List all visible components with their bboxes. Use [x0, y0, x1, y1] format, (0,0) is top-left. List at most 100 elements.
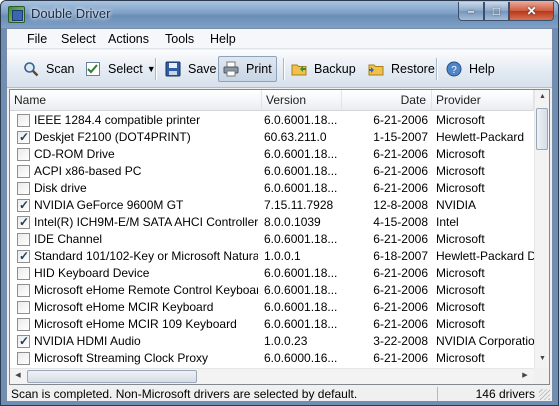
table-row[interactable]: Microsoft eHome MCIR 109 Keyboard 6.0.600… — [10, 316, 534, 333]
horizontal-scrollbar[interactable]: ◀ ▶ — [10, 368, 534, 384]
table-row[interactable]: IEEE 1284.4 compatible printer 6.0.6001.1… — [10, 112, 534, 129]
minimize-icon: – — [467, 4, 475, 18]
table-row[interactable]: Intel(R) ICH9M-E/M SATA AHCI Controller 8… — [10, 214, 534, 231]
app-icon — [8, 6, 25, 23]
select-checklist-icon — [85, 61, 101, 77]
column-header-version[interactable]: Version — [262, 90, 342, 111]
horizontal-scroll-thumb[interactable] — [27, 370, 197, 383]
cell-date: 6-21-2006 — [373, 266, 428, 280]
table-row[interactable]: IDE Channel 6.0.6001.18... 6-21-2006 Micros… — [10, 231, 534, 248]
cell-provider: Microsoft — [436, 351, 485, 365]
table-row[interactable]: NVIDIA GeForce 9600M GT 7.15.11.7928 12-8-… — [10, 197, 534, 214]
table-row[interactable]: Microsoft Streaming Clock Proxy 6.0.6000.… — [10, 350, 534, 367]
row-checkbox[interactable] — [17, 301, 30, 314]
driver-list[interactable]: Name Version Date Provider IEEE 1284.4 c… — [9, 89, 550, 385]
cell-name: Intel(R) ICH9M-E/M SATA AHCI Controller — [34, 215, 258, 229]
select-label: Select — [108, 62, 143, 76]
scrollbar-corner — [534, 368, 549, 384]
row-checkbox[interactable] — [17, 197, 30, 214]
cell-date: 6-21-2006 — [373, 351, 428, 365]
scan-button[interactable]: Scan — [19, 56, 79, 82]
cell-name: ACPI x86-based PC — [34, 164, 142, 178]
cell-date: 6-21-2006 — [373, 300, 428, 314]
help-button[interactable]: ? Help — [442, 56, 499, 82]
save-button[interactable]: Save — [161, 56, 221, 82]
print-label: Print — [246, 62, 272, 76]
menu-tools[interactable]: Tools — [165, 32, 194, 46]
row-checkbox[interactable] — [17, 318, 30, 331]
scroll-left-icon[interactable]: ◀ — [13, 371, 23, 382]
row-checkbox[interactable] — [17, 182, 30, 195]
backup-button[interactable]: Backup — [287, 56, 360, 82]
row-checkbox[interactable] — [17, 248, 30, 265]
help-label: Help — [469, 62, 495, 76]
column-header-name[interactable]: Name — [10, 90, 262, 111]
menu-bar: File Select Actions Tools Help — [7, 29, 552, 49]
cell-provider: Microsoft — [436, 164, 485, 178]
cell-version: 7.15.11.7928 — [264, 198, 334, 212]
table-row[interactable]: Deskjet F2100 (DOT4PRINT) 60.63.211.0 1-15… — [10, 129, 534, 146]
table-row[interactable]: ACPI x86-based PC 6.0.6001.18... 6-21-2006… — [10, 163, 534, 180]
printer-icon — [223, 61, 239, 77]
cell-date: 6-21-2006 — [373, 317, 428, 331]
scroll-up-icon[interactable]: ▲ — [538, 93, 547, 103]
table-row[interactable]: Disk drive 6.0.6001.18... 6-21-2006 Microso… — [10, 180, 534, 197]
cell-version: 6.0.6001.18... — [264, 181, 338, 195]
cell-provider: NVIDIA — [436, 198, 477, 212]
driver-rows: IEEE 1284.4 compatible printer 6.0.6001.1… — [10, 112, 534, 367]
row-checkbox[interactable] — [17, 233, 30, 246]
menu-actions[interactable]: Actions — [108, 32, 149, 46]
table-row[interactable]: Microsoft eHome Remote Control Keyboard … — [10, 282, 534, 299]
row-checkbox[interactable] — [17, 352, 30, 365]
menu-file[interactable]: File — [27, 32, 47, 46]
select-dropdown-button[interactable]: Select ▼ — [81, 56, 160, 82]
column-header-provider[interactable]: Provider — [432, 90, 534, 111]
cell-version: 6.0.6000.16... — [264, 351, 338, 365]
column-header-date[interactable]: Date — [342, 90, 432, 111]
scroll-down-icon[interactable]: ▼ — [538, 355, 547, 365]
table-row[interactable]: NVIDIA HDMI Audio 1.0.0.23 3-22-2008 NVIDIA… — [10, 333, 534, 350]
cell-version: 6.0.6001.18... — [264, 113, 338, 127]
row-checkbox[interactable] — [17, 114, 30, 127]
row-checkbox[interactable] — [17, 333, 30, 350]
table-row[interactable]: Standard 101/102-Key or Microsoft Natura… — [10, 248, 534, 265]
minimize-button[interactable]: – — [458, 2, 484, 21]
svg-text:?: ? — [451, 65, 457, 76]
menu-select[interactable]: Select — [61, 32, 96, 46]
row-checkbox[interactable] — [17, 129, 30, 146]
maximize-button[interactable]: □ — [484, 2, 509, 21]
restore-button[interactable]: Restore — [364, 56, 439, 82]
row-checkbox[interactable] — [17, 214, 30, 231]
cell-date: 6-21-2006 — [373, 283, 428, 297]
title-bar[interactable]: Double Driver – □ ✕ — [1, 1, 558, 28]
vertical-scrollbar[interactable]: ▲ ▼ — [534, 90, 549, 368]
cell-date: 6-18-2007 — [373, 249, 428, 263]
cell-version: 6.0.6001.18... — [264, 300, 338, 314]
row-checkbox[interactable] — [17, 165, 30, 178]
print-button[interactable]: Print — [218, 56, 277, 82]
cell-version: 6.0.6001.18... — [264, 232, 338, 246]
table-row[interactable]: HID Keyboard Device 6.0.6001.18... 6-21-20… — [10, 265, 534, 282]
row-checkbox[interactable] — [17, 148, 30, 161]
row-checkbox[interactable] — [17, 284, 30, 297]
cell-provider: Microsoft — [436, 266, 485, 280]
table-row[interactable]: CD-ROM Drive 6.0.6001.18... 6-21-2006 Micro… — [10, 146, 534, 163]
cell-version: 8.0.0.1039 — [264, 215, 321, 229]
resize-grip-icon[interactable] — [539, 389, 550, 400]
menu-help[interactable]: Help — [210, 32, 236, 46]
toolbar-separator — [155, 58, 156, 80]
cell-provider: Intel — [436, 215, 459, 229]
cell-provider: Microsoft — [436, 147, 485, 161]
cell-name: Microsoft eHome MCIR Keyboard — [34, 300, 214, 314]
vertical-scroll-thumb[interactable] — [536, 108, 548, 150]
scroll-right-icon[interactable]: ▶ — [520, 371, 530, 382]
cell-name: IDE Channel — [34, 232, 103, 246]
row-checkbox[interactable] — [17, 267, 30, 280]
cell-provider: Microsoft — [436, 317, 485, 331]
status-message: Scan is completed. Non-Microsoft drivers… — [11, 387, 358, 401]
close-button[interactable]: ✕ — [509, 2, 554, 21]
toolbar: Scan Select ▼ Save Print Backup Restore … — [7, 50, 552, 88]
table-row[interactable]: Microsoft eHome MCIR Keyboard 6.0.6001.18… — [10, 299, 534, 316]
cell-version: 6.0.6001.18... — [264, 266, 338, 280]
status-bar: Scan is completed. Non-Microsoft drivers… — [7, 386, 552, 401]
